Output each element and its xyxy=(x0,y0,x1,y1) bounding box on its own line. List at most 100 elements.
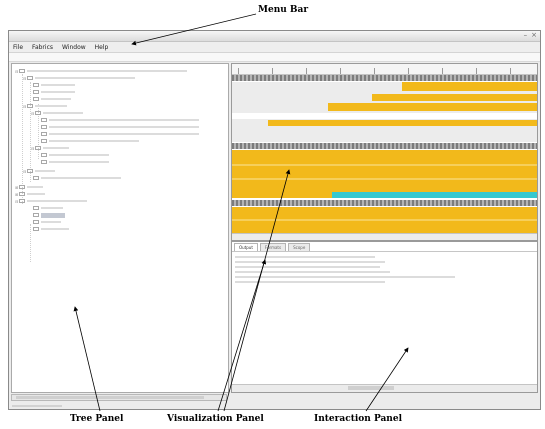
ruler-tick xyxy=(442,68,443,74)
ruler-tick xyxy=(408,68,409,74)
tree-node[interactable] xyxy=(33,219,61,225)
track-segment[interactable] xyxy=(232,113,537,119)
tab-scope[interactable]: Scope xyxy=(288,243,311,251)
tree-node[interactable] xyxy=(41,124,199,130)
scrollbar-thumb[interactable] xyxy=(348,386,394,390)
tree-node[interactable]: ⊟ xyxy=(31,145,69,151)
tab-output[interactable]: Output xyxy=(234,243,258,251)
ruler-tick xyxy=(340,68,341,74)
track-segment[interactable] xyxy=(268,120,537,126)
track-segment[interactable] xyxy=(232,219,537,221)
tree-node-label xyxy=(49,119,199,121)
tree-node-label xyxy=(41,228,69,230)
tree-node[interactable]: ⊟ xyxy=(31,110,83,116)
tree-node-selected[interactable] xyxy=(33,212,65,218)
status-bar xyxy=(12,403,62,408)
track-4[interactable] xyxy=(232,207,537,233)
folder-icon xyxy=(27,104,33,108)
tree-node-label xyxy=(27,200,87,202)
track-segment[interactable] xyxy=(328,103,537,111)
menu-bar: File Fabrics Window Help xyxy=(9,42,540,53)
menu-help[interactable]: Help xyxy=(95,44,109,51)
tree-node[interactable]: ⊟ xyxy=(23,103,67,109)
file-icon xyxy=(41,160,47,164)
console-line xyxy=(235,275,455,279)
tree-node-label xyxy=(49,133,199,135)
file-icon xyxy=(41,153,47,157)
tree-node[interactable] xyxy=(33,205,63,211)
interaction-panel[interactable]: Output Formats Scope xyxy=(231,241,538,393)
tree-node[interactable]: ⊞ xyxy=(15,184,43,190)
tree-node[interactable] xyxy=(33,96,71,102)
tree-node-label xyxy=(41,98,71,100)
track-segment[interactable] xyxy=(232,164,537,166)
tree-node[interactable] xyxy=(41,131,199,137)
file-icon xyxy=(41,125,47,129)
tree-panel[interactable]: ⊟ ⊟ ⊟ ⊟ ⊟ ⊟ ⊞ ⊞ ⊟ xyxy=(11,63,229,393)
track-segment[interactable] xyxy=(372,94,537,101)
tree-node[interactable]: ⊞ xyxy=(15,191,45,197)
menu-window[interactable]: Window xyxy=(62,44,86,51)
tree-node-label xyxy=(41,207,63,209)
tree-node[interactable] xyxy=(33,82,75,88)
tree-node-label xyxy=(35,77,135,79)
track-segment[interactable] xyxy=(332,192,537,198)
tree-node[interactable] xyxy=(41,138,139,144)
tree-node[interactable] xyxy=(33,226,69,232)
file-icon xyxy=(33,176,39,180)
tree-node-label xyxy=(41,91,75,93)
folder-icon xyxy=(19,185,25,189)
tab-formats[interactable]: Formats xyxy=(259,243,287,251)
tree-node[interactable] xyxy=(41,117,199,123)
minimize-icon[interactable]: – xyxy=(524,31,528,39)
ruler-tick xyxy=(510,68,511,74)
ruler-tick xyxy=(476,68,477,74)
tree-node[interactable]: ⊟ xyxy=(23,75,135,81)
console-line xyxy=(235,270,390,274)
folder-icon xyxy=(19,199,25,203)
file-icon xyxy=(33,227,39,231)
tree-node[interactable] xyxy=(41,159,109,165)
close-icon[interactable]: × xyxy=(531,31,537,39)
interaction-tabs: Output Formats Scope xyxy=(234,243,311,251)
track-1[interactable] xyxy=(232,82,537,142)
ruler-tick xyxy=(238,68,239,74)
menu-file[interactable]: File xyxy=(13,44,23,51)
tree-node[interactable]: ⊟ xyxy=(15,68,187,74)
file-icon xyxy=(33,213,39,217)
tree-node-label xyxy=(49,140,139,142)
track-3[interactable] xyxy=(232,192,537,198)
tree-node-label xyxy=(27,186,43,188)
scrollbar-thumb[interactable] xyxy=(16,396,204,399)
track-2[interactable] xyxy=(232,150,537,192)
tree-node-label xyxy=(43,112,83,114)
file-icon xyxy=(33,83,39,87)
tree-node[interactable] xyxy=(41,152,109,158)
output-console[interactable] xyxy=(232,251,537,384)
ruler-tick xyxy=(306,68,307,74)
folder-icon xyxy=(35,111,41,115)
visualization-horizontal-scrollbar[interactable] xyxy=(232,233,537,240)
folder-icon xyxy=(19,192,25,196)
menu-bar-callout: Menu Bar xyxy=(258,5,309,15)
interaction-panel-callout: Interaction Panel xyxy=(314,414,402,424)
tree-node[interactable] xyxy=(33,89,75,95)
timeline-ruler xyxy=(232,64,537,75)
track-segment[interactable] xyxy=(402,82,537,91)
file-icon xyxy=(33,90,39,94)
tree-node[interactable]: ⊟ xyxy=(15,198,87,204)
interaction-horizontal-scrollbar[interactable] xyxy=(232,384,537,392)
file-icon xyxy=(41,139,47,143)
folder-icon xyxy=(27,76,33,80)
console-line xyxy=(235,255,375,259)
visualization-panel[interactable] xyxy=(231,63,538,241)
menu-fabrics[interactable]: Fabrics xyxy=(32,44,53,51)
tree-node-label xyxy=(49,161,109,163)
track-segment[interactable] xyxy=(232,178,537,180)
title-bar: – × xyxy=(9,31,540,42)
tree-horizontal-scrollbar[interactable] xyxy=(11,394,227,401)
folder-icon xyxy=(19,69,25,73)
tree-node[interactable]: ⊟ xyxy=(23,168,55,174)
tree-node-label xyxy=(41,221,61,223)
tree-node[interactable] xyxy=(33,175,121,181)
